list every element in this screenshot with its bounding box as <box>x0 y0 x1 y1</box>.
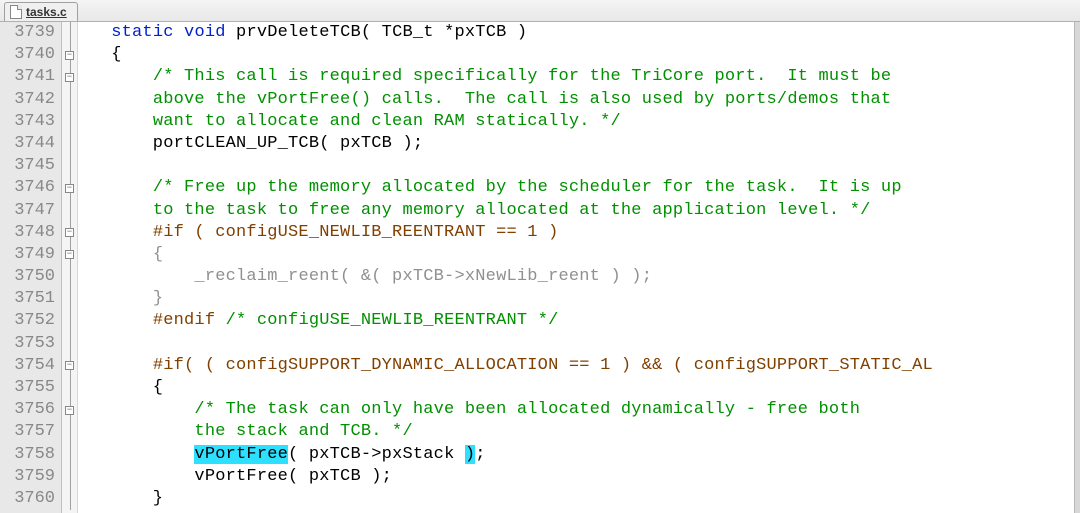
fold-cell[interactable] <box>62 333 77 355</box>
fold-cell[interactable] <box>62 288 77 310</box>
fold-cell[interactable]: − <box>62 355 77 377</box>
fold-toggle-icon[interactable]: − <box>65 228 74 237</box>
fold-cell[interactable] <box>62 89 77 111</box>
line-number-gutter: 3739374037413742374337443745374637473748… <box>0 22 62 513</box>
code-line[interactable]: #endif /* configUSE_NEWLIB_REENTRANT */ <box>80 310 1074 332</box>
fold-toggle-icon[interactable]: − <box>65 250 74 259</box>
fold-cell[interactable] <box>62 155 77 177</box>
code-line[interactable]: /* This call is required specifically fo… <box>80 66 1074 88</box>
fold-cell[interactable]: − <box>62 66 77 88</box>
fold-cell[interactable] <box>62 266 77 288</box>
line-number: 3744 <box>0 133 55 155</box>
fold-toggle-icon[interactable]: − <box>65 73 74 82</box>
code-line[interactable]: static void prvDeleteTCB( TCB_t *pxTCB ) <box>80 22 1074 44</box>
line-number: 3757 <box>0 421 55 443</box>
fold-toggle-icon[interactable]: − <box>65 406 74 415</box>
file-tab[interactable]: tasks.c <box>4 2 78 21</box>
line-number: 3749 <box>0 244 55 266</box>
code-line[interactable]: /* The task can only have been allocated… <box>80 399 1074 421</box>
line-number: 3740 <box>0 44 55 66</box>
line-number: 3754 <box>0 355 55 377</box>
code-line[interactable]: vPortFree( pxTCB->pxStack ); <box>80 444 1074 466</box>
line-number: 3759 <box>0 466 55 488</box>
line-number: 3756 <box>0 399 55 421</box>
line-number: 3755 <box>0 377 55 399</box>
line-number: 3746 <box>0 177 55 199</box>
code-line[interactable]: { <box>80 377 1074 399</box>
line-number: 3748 <box>0 222 55 244</box>
fold-cell[interactable]: − <box>62 399 77 421</box>
code-line[interactable]: vPortFree( pxTCB ); <box>80 466 1074 488</box>
code-line[interactable] <box>80 333 1074 355</box>
code-area[interactable]: static void prvDeleteTCB( TCB_t *pxTCB )… <box>78 22 1074 513</box>
code-line[interactable]: } <box>80 488 1074 510</box>
fold-cell[interactable] <box>62 200 77 222</box>
line-number: 3739 <box>0 22 55 44</box>
line-number: 3752 <box>0 310 55 332</box>
line-number: 3751 <box>0 288 55 310</box>
tab-bar: tasks.c <box>0 0 1080 22</box>
code-line[interactable]: _reclaim_reent( &( pxTCB->xNewLib_reent … <box>80 266 1074 288</box>
code-line[interactable]: portCLEAN_UP_TCB( pxTCB ); <box>80 133 1074 155</box>
file-icon <box>10 5 22 19</box>
fold-cell[interactable]: − <box>62 244 77 266</box>
code-line[interactable]: to the task to free any memory allocated… <box>80 200 1074 222</box>
line-number: 3741 <box>0 66 55 88</box>
code-line[interactable]: want to allocate and clean RAM staticall… <box>80 111 1074 133</box>
code-line[interactable]: } <box>80 288 1074 310</box>
fold-cell[interactable]: − <box>62 222 77 244</box>
line-number: 3745 <box>0 155 55 177</box>
code-line[interactable]: above the vPortFree() calls. The call is… <box>80 89 1074 111</box>
line-number: 3747 <box>0 200 55 222</box>
fold-cell[interactable] <box>62 466 77 488</box>
fold-column[interactable]: − − − − − − − <box>62 22 78 513</box>
fold-cell[interactable] <box>62 310 77 332</box>
fold-cell[interactable] <box>62 421 77 443</box>
line-number: 3743 <box>0 111 55 133</box>
line-number: 3742 <box>0 89 55 111</box>
line-number: 3760 <box>0 488 55 510</box>
fold-cell[interactable] <box>62 488 77 510</box>
fold-toggle-icon[interactable]: − <box>65 184 74 193</box>
code-line[interactable]: { <box>80 244 1074 266</box>
fold-toggle-icon[interactable]: − <box>65 51 74 60</box>
code-line[interactable]: #if( ( configSUPPORT_DYNAMIC_ALLOCATION … <box>80 355 1074 377</box>
fold-cell[interactable] <box>62 111 77 133</box>
code-editor[interactable]: 3739374037413742374337443745374637473748… <box>0 22 1080 513</box>
fold-cell[interactable] <box>62 133 77 155</box>
line-number: 3750 <box>0 266 55 288</box>
fold-cell[interactable] <box>62 22 77 44</box>
code-line[interactable]: #if ( configUSE_NEWLIB_REENTRANT == 1 ) <box>80 222 1074 244</box>
right-marker-bar <box>1074 22 1080 513</box>
code-line[interactable] <box>80 155 1074 177</box>
fold-cell[interactable]: − <box>62 44 77 66</box>
fold-cell[interactable] <box>62 444 77 466</box>
fold-toggle-icon[interactable]: − <box>65 361 74 370</box>
line-number: 3753 <box>0 333 55 355</box>
code-line[interactable]: /* Free up the memory allocated by the s… <box>80 177 1074 199</box>
file-tab-label: tasks.c <box>26 5 67 19</box>
fold-cell[interactable]: − <box>62 177 77 199</box>
fold-cell[interactable] <box>62 377 77 399</box>
code-line[interactable]: { <box>80 44 1074 66</box>
line-number: 3758 <box>0 444 55 466</box>
code-line[interactable]: the stack and TCB. */ <box>80 421 1074 443</box>
